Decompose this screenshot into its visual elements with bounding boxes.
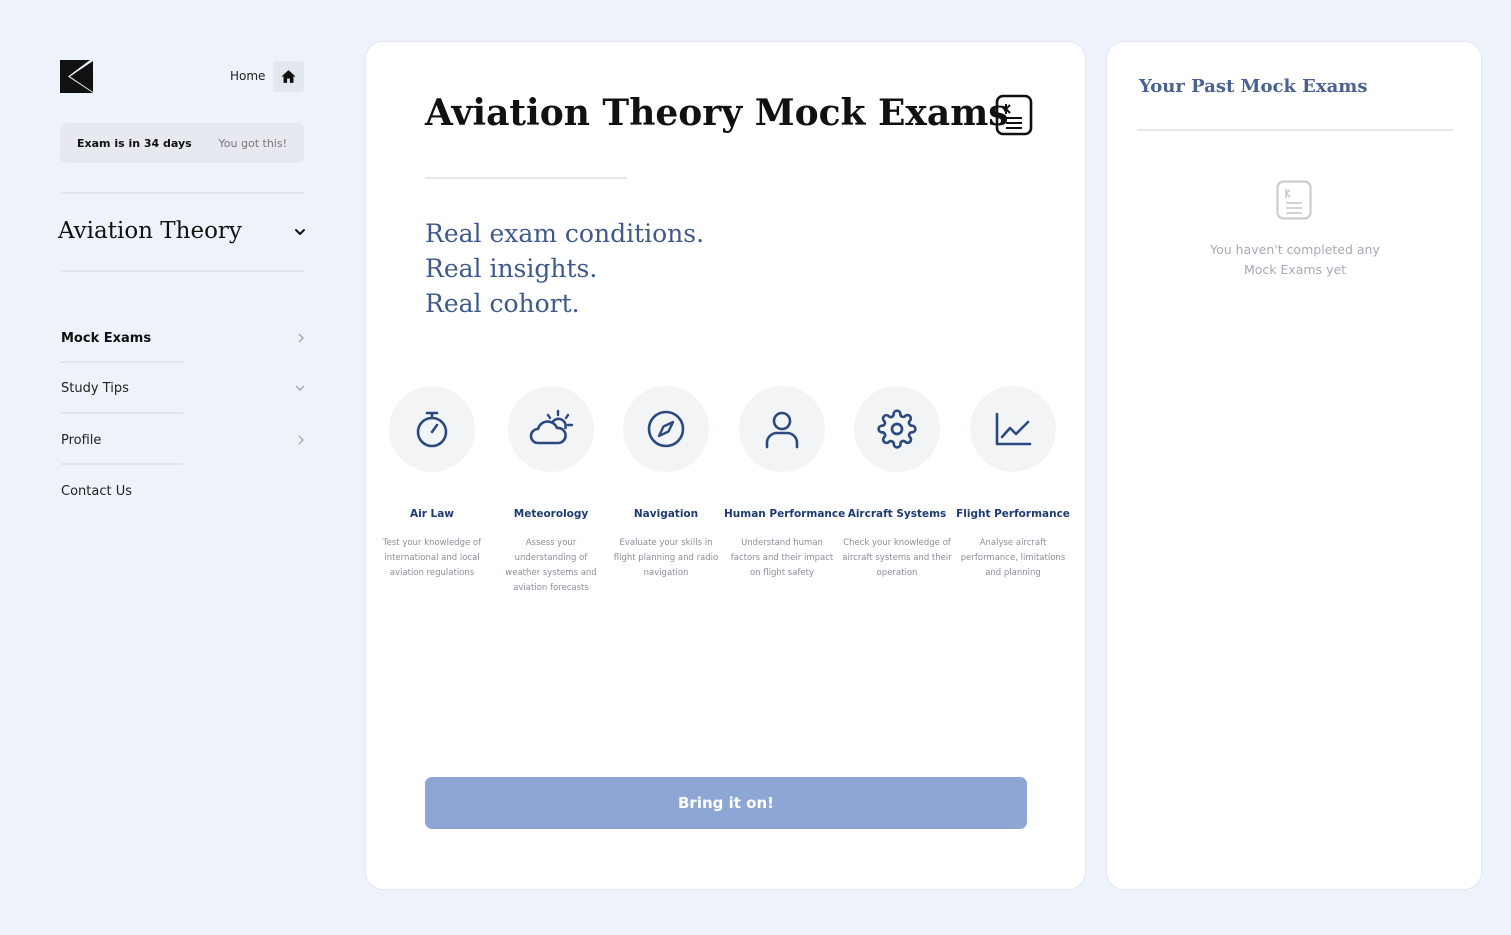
tagline-line: Real exam conditions.: [425, 219, 705, 248]
encouragement-text: You got this!: [218, 136, 287, 150]
subject-name: Meteorology: [513, 508, 589, 520]
subject-description: Understand human factors and their impac…: [730, 538, 834, 578]
line-chart-icon: [995, 412, 1032, 446]
empty-state-message: You haven't completed any Mock Exams yet: [1210, 242, 1380, 277]
subject-name: Aircraft Systems: [847, 508, 947, 520]
past-exams-card: Your Past Mock Exams You haven't complet…: [1106, 41, 1482, 890]
nav-separator: [61, 463, 183, 465]
sidebar-item-profile[interactable]: Profile: [61, 430, 305, 450]
subject-description: Evaluate your skills in flight planning …: [613, 538, 719, 578]
sidebar-item-label: Mock Exams: [61, 330, 152, 346]
chevron-right-icon: [298, 435, 304, 445]
stopwatch-icon: [416, 411, 448, 448]
subject-icon-circle: [970, 386, 1056, 472]
subject-name: Human Performance: [724, 508, 846, 520]
subject-list: Air Law Test your knowledge of internati…: [366, 386, 1087, 593]
subject-human-performance[interactable]: Human Performance Understand human facto…: [724, 386, 846, 581]
subject-name: Air Law: [409, 508, 455, 520]
sidebar-item-contact-us[interactable]: Contact Us: [61, 481, 305, 501]
sidebar-item-label: Contact Us: [61, 483, 132, 499]
person-icon: [765, 411, 799, 449]
title-underline: [425, 177, 627, 179]
mock-exams-card: Aviation Theory Mock Exams Real exam con…: [365, 41, 1086, 890]
tagline-line: Real cohort.: [425, 289, 580, 318]
k-logo-icon[interactable]: [60, 60, 93, 93]
chevron-down-icon: [295, 385, 305, 391]
subject-icon-circle: [389, 386, 475, 472]
past-exams-divider: [1137, 129, 1453, 131]
tagline-line: Real insights.: [425, 254, 598, 283]
gear-icon: [877, 409, 917, 449]
subject-description: Assess your understanding of weather sys…: [505, 538, 597, 593]
course-selector[interactable]: Aviation Theory: [58, 218, 242, 244]
subject-air-law[interactable]: Air Law Test your knowledge of internati…: [374, 386, 490, 581]
subject-name: Navigation: [633, 508, 699, 520]
compass-icon: [647, 410, 685, 448]
sidebar-item-label: Study Tips: [61, 380, 129, 396]
subject-icon-circle: [854, 386, 940, 472]
exam-countdown-text: Exam is in 34 days: [77, 136, 192, 150]
start-mock-exam-button[interactable]: Bring it on!: [425, 777, 1027, 829]
subject-flight-performance[interactable]: Flight Performance Analyse aircraft perf…: [955, 386, 1071, 581]
page-title: Aviation Theory Mock Exams: [425, 92, 1009, 134]
subject-description: Test your knowledge of international and…: [382, 538, 482, 578]
subject-icon-circle: [623, 386, 709, 472]
home-link[interactable]: Home: [230, 69, 265, 83]
nav-separator: [61, 412, 183, 414]
home-icon: [281, 70, 296, 83]
sidebar-item-study-tips[interactable]: Study Tips: [61, 378, 305, 398]
document-icon: [1276, 180, 1312, 220]
subject-icon-circle: [508, 386, 594, 472]
subject-navigation[interactable]: Navigation Evaluate your skills in fligh…: [608, 386, 724, 581]
nav-separator: [61, 361, 183, 363]
sidebar-divider: [60, 192, 304, 194]
sidebar-item-label: Profile: [61, 432, 102, 448]
sidebar-divider: [60, 270, 304, 272]
exam-sheet-icon: [995, 94, 1033, 136]
exam-countdown-banner: Exam is in 34 days You got this!: [60, 123, 304, 163]
sun-cloud-icon: [529, 409, 574, 445]
subject-meteorology[interactable]: Meteorology Assess your understanding of…: [493, 386, 609, 596]
chevron-down-icon[interactable]: [294, 226, 306, 238]
subject-icon-circle: [739, 386, 825, 472]
home-button[interactable]: [273, 61, 304, 92]
chevron-right-icon: [298, 333, 304, 343]
sidebar-item-mock-exams[interactable]: Mock Exams: [61, 328, 305, 348]
tagline: Real exam conditions. Real insights. Rea…: [425, 216, 704, 321]
subject-description: Analyse aircraft performance, limitation…: [960, 538, 1066, 578]
subject-name: Flight Performance: [956, 508, 1070, 520]
subject-description: Check your knowledge of aircraft systems…: [842, 538, 952, 578]
subject-aircraft-systems[interactable]: Aircraft Systems Check your knowledge of…: [839, 386, 955, 581]
past-exams-title: Your Past Mock Exams: [1139, 76, 1368, 97]
sidebar: Home Exam is in 34 days You got this! Av…: [0, 0, 365, 935]
